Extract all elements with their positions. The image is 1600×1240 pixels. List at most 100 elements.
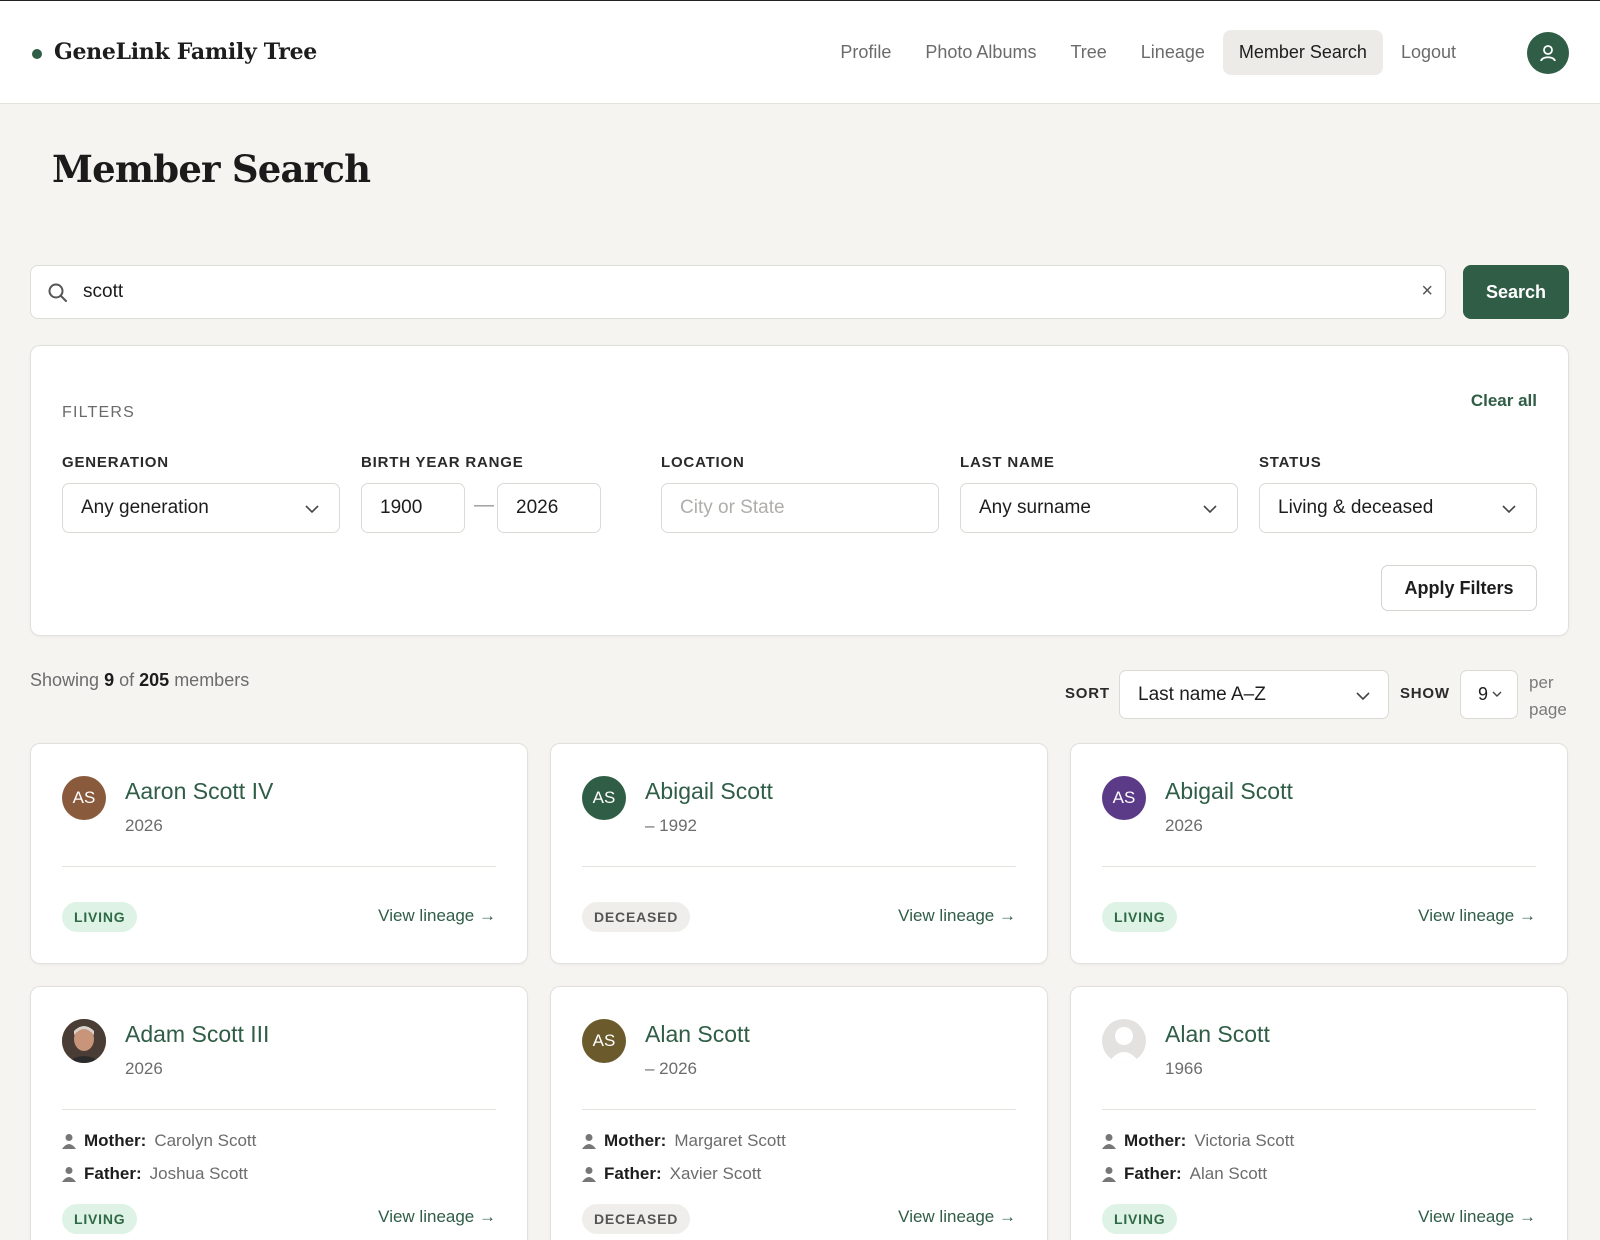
last-name-value: Any surname bbox=[979, 497, 1091, 518]
mother-row: Mother: Victoria Scott bbox=[1102, 1131, 1294, 1151]
divider bbox=[582, 866, 1016, 867]
per-page-value: 9 bbox=[1478, 684, 1489, 704]
chevron-down-icon bbox=[1356, 692, 1370, 701]
divider bbox=[62, 866, 496, 867]
status-value: Living & deceased bbox=[1278, 497, 1434, 518]
nav-member-search[interactable]: Member Search bbox=[1222, 30, 1383, 75]
clear-all-link[interactable]: Clear all bbox=[1471, 391, 1537, 411]
status-badge: DECEASED bbox=[582, 1204, 691, 1234]
filters-panel: FILTERS Clear all GENERATION Any generat… bbox=[30, 345, 1569, 636]
member-card: Adam Scott III 2026 Mother: Carolyn Scot… bbox=[30, 986, 528, 1240]
generation-select[interactable]: Any generation bbox=[62, 483, 340, 533]
sort-value: Last name A–Z bbox=[1138, 683, 1266, 705]
view-lineage-link[interactable]: View lineage → bbox=[1418, 1207, 1536, 1227]
search-box: × bbox=[30, 265, 1446, 319]
show-label: SHOW bbox=[1400, 685, 1450, 702]
view-lineage-link[interactable]: View lineage → bbox=[898, 1207, 1016, 1227]
member-name[interactable]: Aaron Scott IV bbox=[125, 778, 273, 805]
birth-year-to-input[interactable]: 2026 bbox=[497, 483, 601, 533]
view-lineage-link[interactable]: View lineage → bbox=[378, 1207, 496, 1227]
mother-name: Margaret Scott bbox=[674, 1131, 786, 1150]
birth-year-range-label: BIRTH YEAR RANGE bbox=[361, 454, 524, 471]
father-name: Xavier Scott bbox=[669, 1164, 762, 1183]
member-name[interactable]: Alan Scott bbox=[645, 1021, 750, 1048]
search-icon bbox=[48, 283, 67, 302]
status-select[interactable]: Living & deceased bbox=[1259, 483, 1537, 533]
father-row: Father: Xavier Scott bbox=[582, 1164, 761, 1184]
range-dash: — bbox=[474, 494, 494, 516]
portrait-icon bbox=[62, 1019, 106, 1063]
member-dates: 2026 bbox=[125, 816, 163, 835]
sort-select[interactable]: Last name A–Z bbox=[1119, 670, 1389, 719]
father-label: Father: bbox=[84, 1164, 142, 1183]
member-card: AS Abigail Scott 2026 LIVING View lineag… bbox=[1070, 743, 1568, 964]
member-dates: – 1992 bbox=[645, 816, 697, 835]
mother-label: Mother: bbox=[1124, 1131, 1187, 1150]
mother-row: Mother: Margaret Scott bbox=[582, 1131, 786, 1151]
brand[interactable]: GeneLink Family Tree bbox=[32, 39, 317, 65]
search-button[interactable]: Search bbox=[1463, 265, 1569, 319]
status-label: STATUS bbox=[1259, 454, 1322, 471]
member-card: Alan Scott 1966 Mother: Victoria Scott F… bbox=[1070, 986, 1568, 1240]
shown-count: 9 bbox=[104, 670, 115, 690]
avatar: AS bbox=[582, 776, 626, 820]
member-name[interactable]: Adam Scott III bbox=[125, 1021, 269, 1048]
location-input[interactable]: City or State bbox=[661, 483, 939, 533]
brand-dot-icon bbox=[32, 49, 42, 59]
father-row: Father: Alan Scott bbox=[1102, 1164, 1267, 1184]
mother-label: Mother: bbox=[84, 1131, 147, 1150]
divider bbox=[582, 1109, 1016, 1110]
sort-label: SORT bbox=[1065, 685, 1110, 702]
view-lineage-link[interactable]: View lineage → bbox=[1418, 906, 1536, 926]
member-card: AS Abigail Scott – 1992 DECEASED View li… bbox=[550, 743, 1048, 964]
member-name[interactable]: Abigail Scott bbox=[645, 778, 773, 805]
page-title: Member Search bbox=[52, 147, 371, 191]
father-name: Alan Scott bbox=[1189, 1164, 1268, 1183]
nav-logout[interactable]: Logout bbox=[1385, 30, 1472, 75]
person-icon bbox=[62, 1167, 76, 1182]
top-navigation-bar: GeneLink Family Tree Profile Photo Album… bbox=[0, 1, 1600, 104]
nav-profile[interactable]: Profile bbox=[824, 30, 907, 75]
member-name[interactable]: Abigail Scott bbox=[1165, 778, 1293, 805]
status-badge: LIVING bbox=[62, 1204, 138, 1234]
search-input[interactable] bbox=[83, 275, 1383, 309]
view-lineage-link[interactable]: View lineage → bbox=[378, 906, 496, 926]
father-row: Father: Joshua Scott bbox=[62, 1164, 248, 1184]
total-count: 205 bbox=[139, 670, 170, 690]
divider bbox=[62, 1109, 496, 1110]
person-icon bbox=[1102, 1167, 1116, 1182]
mother-label: Mother: bbox=[604, 1131, 667, 1150]
member-card: AS Aaron Scott IV 2026 LIVING View linea… bbox=[30, 743, 528, 964]
apply-filters-button[interactable]: Apply Filters bbox=[1381, 565, 1537, 611]
user-avatar-button[interactable] bbox=[1527, 32, 1569, 74]
last-name-select[interactable]: Any surname bbox=[960, 483, 1238, 533]
mother-row: Mother: Carolyn Scott bbox=[62, 1131, 256, 1151]
members-suffix: members bbox=[174, 670, 250, 690]
chevron-down-icon bbox=[1203, 505, 1217, 514]
view-lineage-link[interactable]: View lineage → bbox=[898, 906, 1016, 926]
chevron-down-icon bbox=[1502, 505, 1516, 514]
avatar: AS bbox=[62, 776, 106, 820]
location-label: LOCATION bbox=[661, 454, 745, 471]
per-page-text: per page bbox=[1529, 673, 1567, 719]
avatar: AS bbox=[582, 1019, 626, 1063]
nav-photo-albums[interactable]: Photo Albums bbox=[909, 30, 1052, 75]
per-page-select[interactable]: 9 bbox=[1460, 670, 1518, 719]
member-name[interactable]: Alan Scott bbox=[1165, 1021, 1270, 1048]
user-icon bbox=[1540, 45, 1556, 62]
birth-year-from-input[interactable]: 1900 bbox=[361, 483, 465, 533]
father-label: Father: bbox=[604, 1164, 662, 1183]
mother-name: Victoria Scott bbox=[1194, 1131, 1295, 1150]
status-badge: LIVING bbox=[1102, 902, 1178, 932]
status-badge: LIVING bbox=[1102, 1204, 1178, 1234]
brand-name: GeneLink Family Tree bbox=[54, 39, 317, 65]
person-icon bbox=[582, 1134, 596, 1149]
clear-search-icon[interactable]: × bbox=[1421, 280, 1433, 303]
member-card: AS Alan Scott – 2026 Mother: Margaret Sc… bbox=[550, 986, 1048, 1240]
filters-title: FILTERS bbox=[62, 404, 136, 421]
nav-lineage[interactable]: Lineage bbox=[1125, 30, 1221, 75]
nav-tree[interactable]: Tree bbox=[1054, 30, 1122, 75]
member-dates: – 2026 bbox=[645, 1059, 697, 1078]
divider bbox=[1102, 866, 1536, 867]
generation-label: GENERATION bbox=[62, 454, 169, 471]
